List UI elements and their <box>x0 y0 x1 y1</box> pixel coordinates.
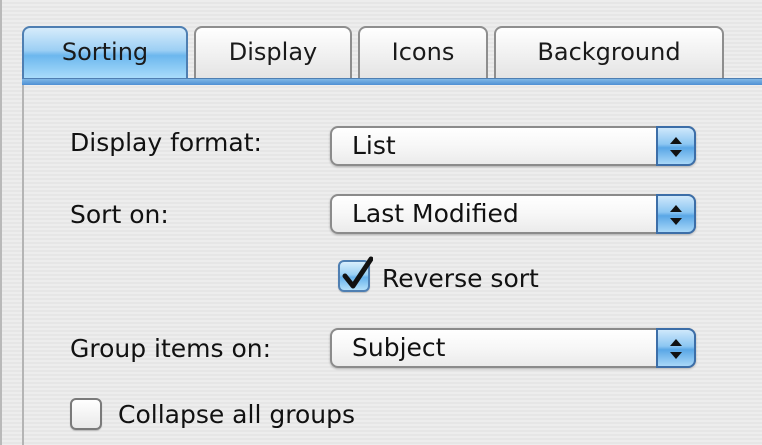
tab-bar: Sorting Display Icons Background <box>22 26 762 80</box>
up-down-arrows-icon <box>656 328 696 368</box>
display-format-value: List <box>352 131 396 160</box>
up-down-arrows-icon <box>656 194 696 234</box>
preferences-window: Sorting Display Icons Background Display… <box>0 0 762 445</box>
collapse-all-groups-label: Collapse all groups <box>118 400 355 429</box>
panel-border <box>22 84 24 445</box>
checkmark-icon <box>342 256 373 289</box>
tab-background[interactable]: Background <box>494 26 724 78</box>
sort-on-label: Sort on: <box>70 200 169 229</box>
collapse-all-groups-checkbox[interactable] <box>70 398 102 430</box>
tab-sorting[interactable]: Sorting <box>22 26 188 78</box>
group-items-on-label: Group items on: <box>70 334 272 363</box>
display-format-popup[interactable]: List <box>330 126 696 166</box>
tab-display[interactable]: Display <box>194 26 352 78</box>
sort-on-popup[interactable]: Last Modified <box>330 194 696 234</box>
up-down-arrows-icon <box>656 126 696 166</box>
tab-icons[interactable]: Icons <box>358 26 488 78</box>
tab-divider <box>22 78 762 85</box>
sort-on-value: Last Modified <box>352 199 519 228</box>
group-items-on-popup[interactable]: Subject <box>330 328 696 368</box>
reverse-sort-label: Reverse sort <box>382 264 539 293</box>
reverse-sort-checkbox[interactable] <box>338 256 373 292</box>
group-items-on-value: Subject <box>352 333 446 362</box>
display-format-label: Display format: <box>70 128 262 157</box>
